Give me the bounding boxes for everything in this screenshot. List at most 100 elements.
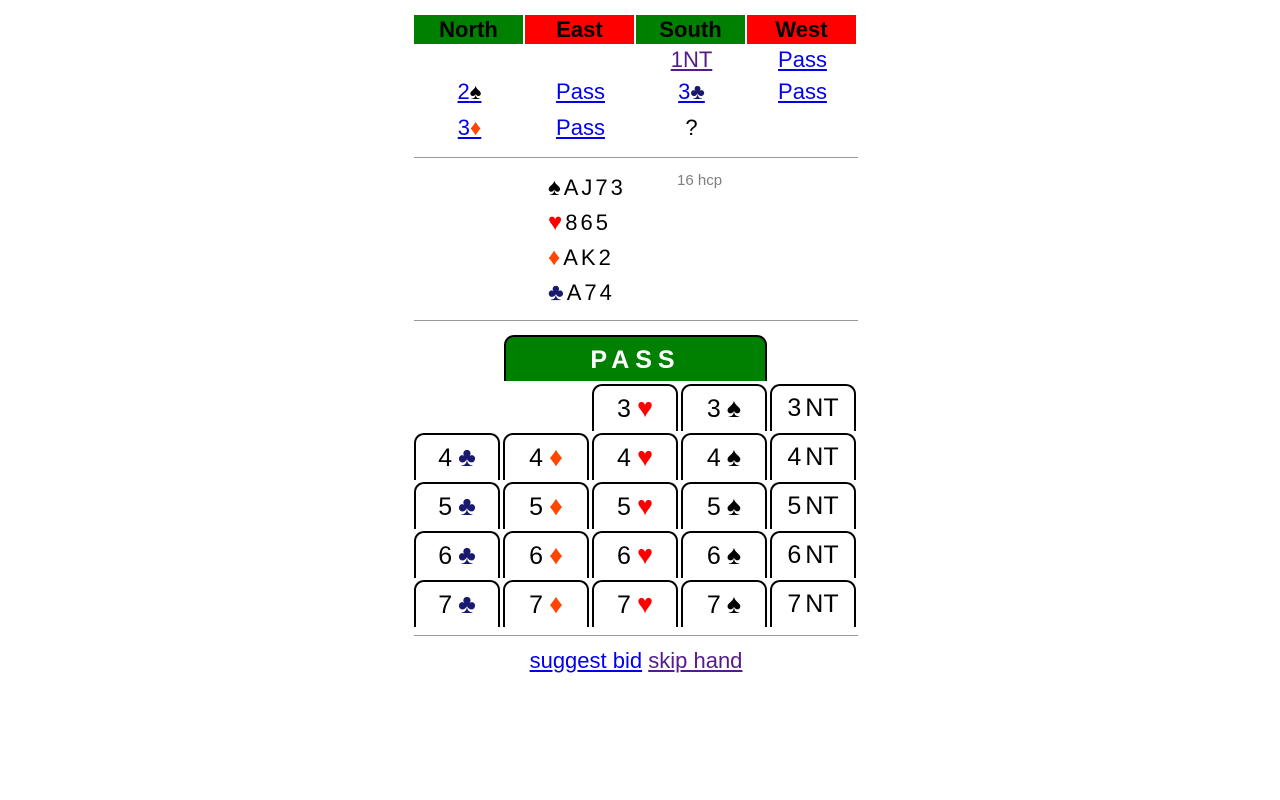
bid-level: 5 — [438, 493, 453, 521]
bid-level: 2 — [457, 79, 470, 104]
heart-icon: ♥ — [636, 393, 653, 423]
hcp-count: 16 hcp — [677, 172, 723, 189]
auction-header-row: North East South West — [414, 15, 858, 44]
bid-button-4-diamonds[interactable]: 4 ♦ — [503, 433, 589, 480]
diamond-icon: ♦ — [470, 115, 482, 140]
footer-links: suggest bid skip hand — [414, 648, 858, 674]
bid-level: 6 — [617, 542, 631, 570]
club-icon: ♣ — [458, 491, 476, 521]
bid-level: 5 — [706, 493, 721, 521]
hand-clubs-row: ♣ A74 — [548, 275, 615, 310]
auction-cell-west: Pass — [747, 74, 858, 110]
bid-link-east-pass[interactable]: Pass — [556, 115, 605, 140]
pass-button[interactable]: PASS — [504, 335, 767, 381]
club-icon: ♣ — [458, 589, 476, 619]
bid-link-south-3c[interactable]: 3♣ — [678, 79, 705, 104]
bid-button-6-spades[interactable]: 6 ♠ — [681, 531, 767, 578]
auction-table: North East South West 1NT Pass 2♠ Pass 3… — [414, 15, 858, 146]
spade-icon: ♠ — [726, 589, 742, 619]
diamond-icon: ♦ — [548, 244, 561, 271]
auction-cell-west — [747, 110, 858, 146]
diamond-cards: AK2 — [563, 245, 614, 270]
suggest-bid-link[interactable]: suggest bid — [530, 648, 643, 673]
spade-cards: AJ73 — [563, 175, 626, 200]
bid-button-7-clubs[interactable]: 7 ♣ — [414, 580, 500, 627]
bid-button-6-notrump[interactable]: 6 NT — [770, 531, 856, 578]
bid-button-3-notrump[interactable]: 3 NT — [770, 384, 856, 431]
club-icon: ♣ — [690, 79, 705, 104]
bid-link-north-3d[interactable]: 3♦ — [458, 115, 481, 140]
bid-button-5-diamonds[interactable]: 5 ♦ — [503, 482, 589, 529]
bid-button-4-notrump[interactable]: 4 NT — [770, 433, 856, 480]
bid-level: 4 — [617, 444, 631, 472]
heart-icon: ♥ — [636, 589, 653, 619]
club-icon: ♣ — [458, 540, 476, 570]
bid-button-3-spades[interactable]: 3 ♠ — [681, 384, 767, 431]
auction-cell-south: ? — [636, 110, 747, 146]
bid-button-4-hearts[interactable]: 4 ♥ — [592, 433, 678, 480]
bid-button-6-clubs[interactable]: 6 ♣ — [414, 531, 500, 578]
bid-link-west-pass[interactable]: Pass — [778, 79, 827, 104]
heart-icon: ♥ — [636, 540, 653, 570]
bid-button-5-clubs[interactable]: 5 ♣ — [414, 482, 500, 529]
bid-button-7-spades[interactable]: 7 ♠ — [681, 580, 767, 627]
bid-button-3-hearts[interactable]: 3 ♥ — [592, 384, 678, 431]
header-north: North — [414, 15, 523, 44]
bid-level: 3 — [678, 79, 691, 104]
bid-link-south-1nt[interactable]: 1NT — [671, 47, 713, 72]
bid-button-5-notrump[interactable]: 5 NT — [770, 482, 856, 529]
bid-button-7-hearts[interactable]: 7 ♥ — [592, 580, 678, 627]
bid-level: 7 — [438, 591, 453, 619]
heart-cards: 865 — [565, 210, 611, 235]
notrump-label: NT — [805, 590, 839, 618]
bid-link-east-pass[interactable]: Pass — [556, 79, 605, 104]
bid-button-7-diamonds[interactable]: 7 ♦ — [503, 580, 589, 627]
auction-cell-north: 3♦ — [414, 110, 525, 146]
bid-level: 3 — [706, 395, 721, 423]
diamond-icon: ♦ — [549, 540, 563, 570]
auction-row: 3♦ Pass ? — [414, 110, 858, 146]
bid-level: 6 — [438, 542, 453, 570]
bid-button-5-spades[interactable]: 5 ♠ — [681, 482, 767, 529]
bid-level: 3 — [787, 394, 802, 422]
bid-button-5-hearts[interactable]: 5 ♥ — [592, 482, 678, 529]
auction-cell-north: 2♠ — [414, 74, 525, 110]
auction-cell-south: 1NT — [636, 44, 747, 74]
bid-level: 6 — [529, 542, 544, 570]
bid-link-west-pass[interactable]: Pass — [778, 47, 827, 72]
diamond-icon: ♦ — [549, 491, 563, 521]
auction-cell-east — [525, 44, 636, 74]
spade-icon: ♠ — [726, 442, 742, 472]
bid-level: 7 — [529, 591, 544, 619]
spade-icon: ♠ — [726, 393, 742, 423]
club-icon: ♣ — [548, 279, 564, 306]
hand-diamonds-row: ♦ AK2 — [548, 240, 614, 275]
bid-level: 5 — [787, 492, 802, 520]
bid-button-6-diamonds[interactable]: 6 ♦ — [503, 531, 589, 578]
bid-level: 4 — [706, 444, 721, 472]
bid-level: 7 — [706, 591, 721, 619]
bid-link-north-2s[interactable]: 2♠ — [458, 79, 482, 104]
notrump-label: NT — [805, 492, 839, 520]
pending-bid-marker: ? — [685, 115, 698, 140]
bid-button-6-hearts[interactable]: 6 ♥ — [592, 531, 678, 578]
spade-icon: ♠ — [469, 79, 482, 104]
bid-level: 5 — [617, 493, 631, 521]
player-hand: ♠ AJ73 ♥ 865 ♦ AK2 ♣ A74 16 hcp — [414, 158, 858, 320]
bid-level: 4 — [787, 443, 802, 471]
bid-level: 4 — [438, 444, 453, 472]
bid-button-4-clubs[interactable]: 4 ♣ — [414, 433, 500, 480]
header-east: East — [525, 15, 634, 44]
bridge-bidding-page: North East South West 1NT Pass 2♠ Pass 3… — [414, 15, 858, 674]
bid-level: 3 — [617, 395, 631, 423]
bid-button-7-notrump[interactable]: 7 NT — [770, 580, 856, 627]
bid-level: 5 — [529, 493, 544, 521]
bid-level: 4 — [529, 444, 544, 472]
auction-cell-north — [414, 44, 525, 74]
bid-level: 7 — [787, 590, 802, 618]
auction-row: 2♠ Pass 3♣ Pass — [414, 74, 858, 110]
bid-button-4-spades[interactable]: 4 ♠ — [681, 433, 767, 480]
bid-level: 7 — [617, 591, 631, 619]
skip-hand-link[interactable]: skip hand — [648, 648, 742, 673]
bidding-box: PASS 3 ♥ 3 ♠ 3 NT 4 ♣ 4 ♦ 4 ♥ 4 ♠ 4 NT 5 ♣ 5 ♦ 5 ♥ 5 ♠ 5 NT 6 ♣ 6 ♦ 6 ♥… — [414, 321, 858, 641]
